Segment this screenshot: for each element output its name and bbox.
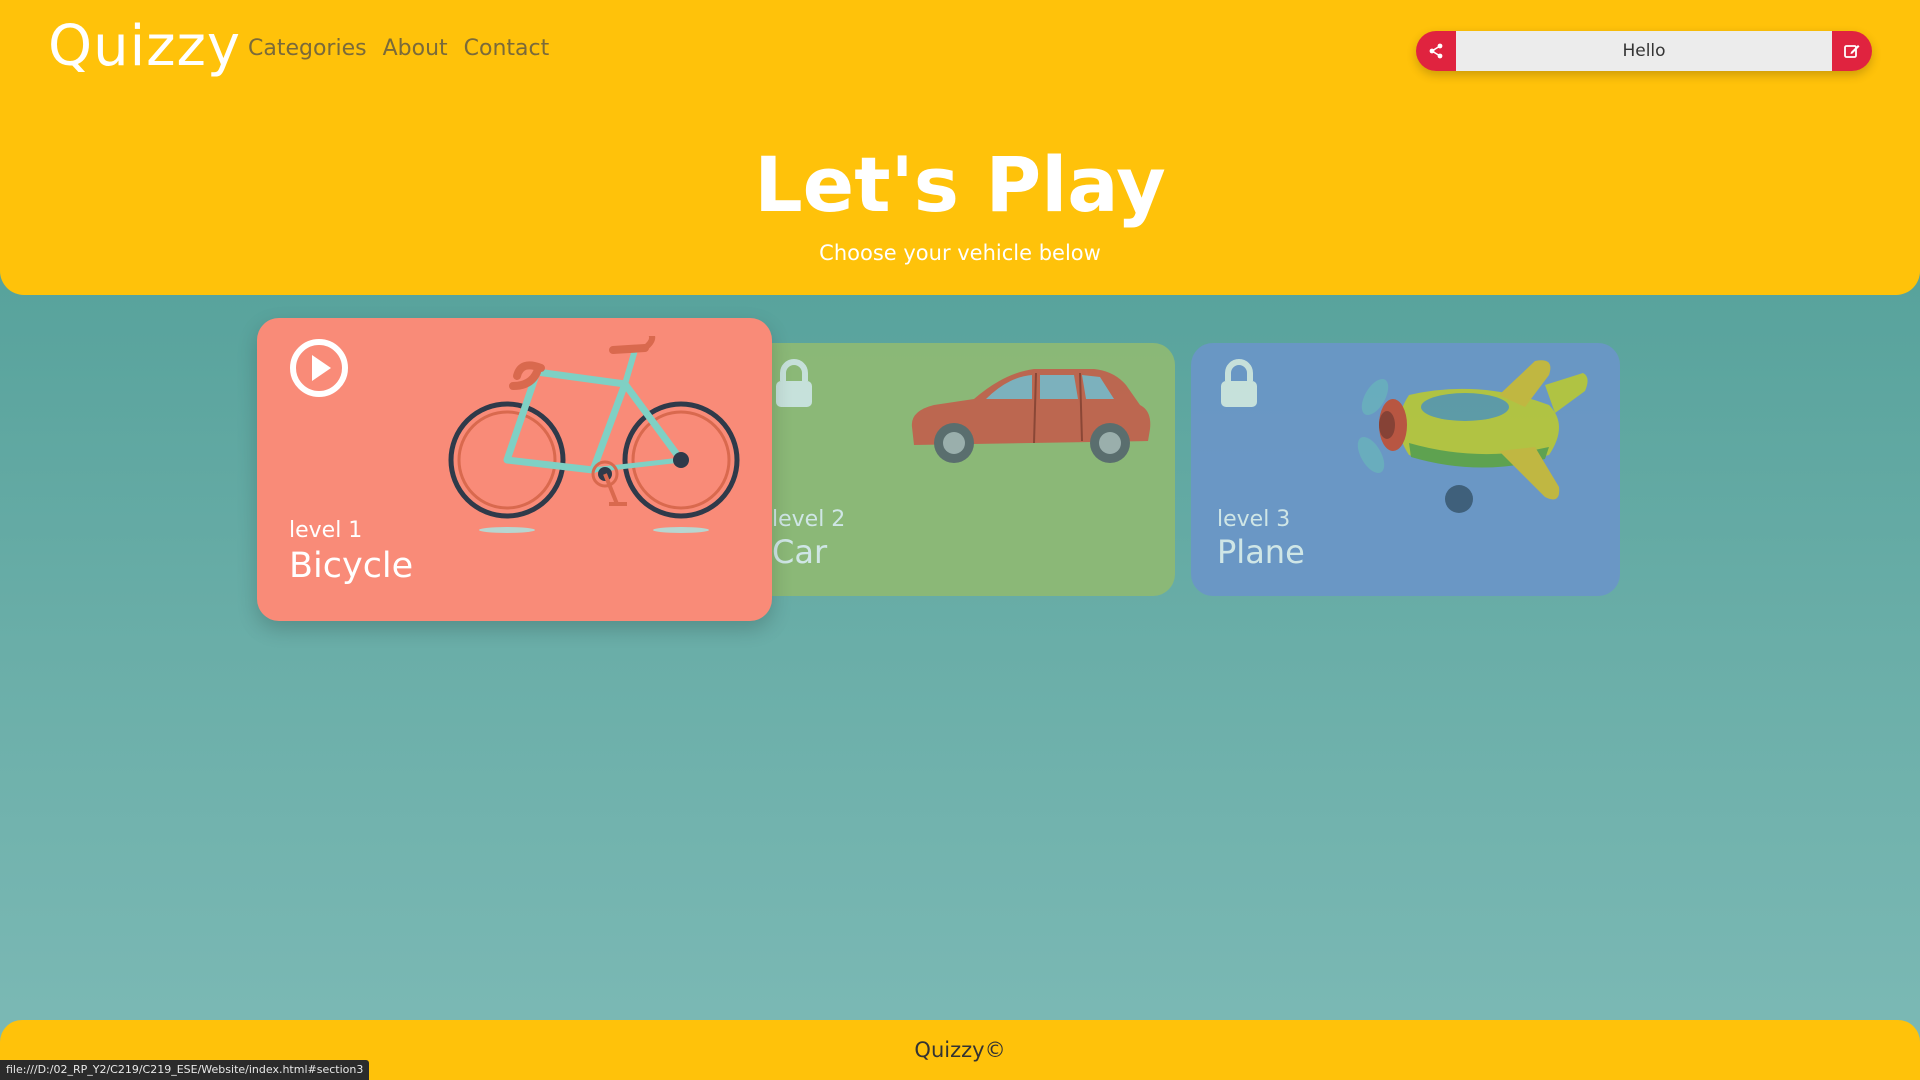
card-level-label: level 3 [1217, 507, 1291, 532]
bicycle-illustration [448, 336, 740, 533]
footer-copyright: Quizzy© [914, 1038, 1006, 1062]
share-button[interactable] [1416, 31, 1456, 71]
status-bar-url: file:///D:/02_RP_Y2/C219/C219_ESE/Websit… [0, 1060, 370, 1080]
play-icon[interactable] [289, 338, 349, 398]
plane-illustration [1357, 360, 1588, 513]
username-input[interactable] [1456, 31, 1832, 71]
share-icon [1429, 43, 1443, 59]
nav-about[interactable]: About [383, 36, 448, 61]
level-card-car[interactable]: level 2 Car [746, 343, 1175, 596]
level-card-plane[interactable]: level 3 Plane [1191, 343, 1620, 596]
main-nav: Categories About Contact [248, 36, 549, 61]
edit-icon [1844, 45, 1860, 58]
nav-contact[interactable]: Contact [464, 36, 550, 61]
card-title: Bicycle [289, 546, 414, 586]
user-name-box [1416, 31, 1872, 71]
site-header: Quizzy Categories About Contact Let's Pl… [0, 0, 1920, 295]
nav-categories[interactable]: Categories [248, 36, 367, 61]
lock-icon [776, 359, 812, 407]
brand-logo[interactable]: Quizzy [48, 14, 241, 79]
page-title: Let's Play [754, 140, 1166, 229]
card-level-label: level 2 [772, 507, 846, 532]
card-title: Car [772, 533, 828, 571]
level-card-bicycle[interactable]: level 1 Bicycle [257, 318, 772, 621]
edit-button[interactable] [1832, 31, 1872, 71]
page-subtitle: Choose your vehicle below [819, 241, 1101, 265]
lock-icon [1221, 359, 1257, 407]
card-level-label: level 1 [289, 518, 363, 543]
card-title: Plane [1217, 533, 1305, 571]
car-illustration [911, 369, 1151, 463]
